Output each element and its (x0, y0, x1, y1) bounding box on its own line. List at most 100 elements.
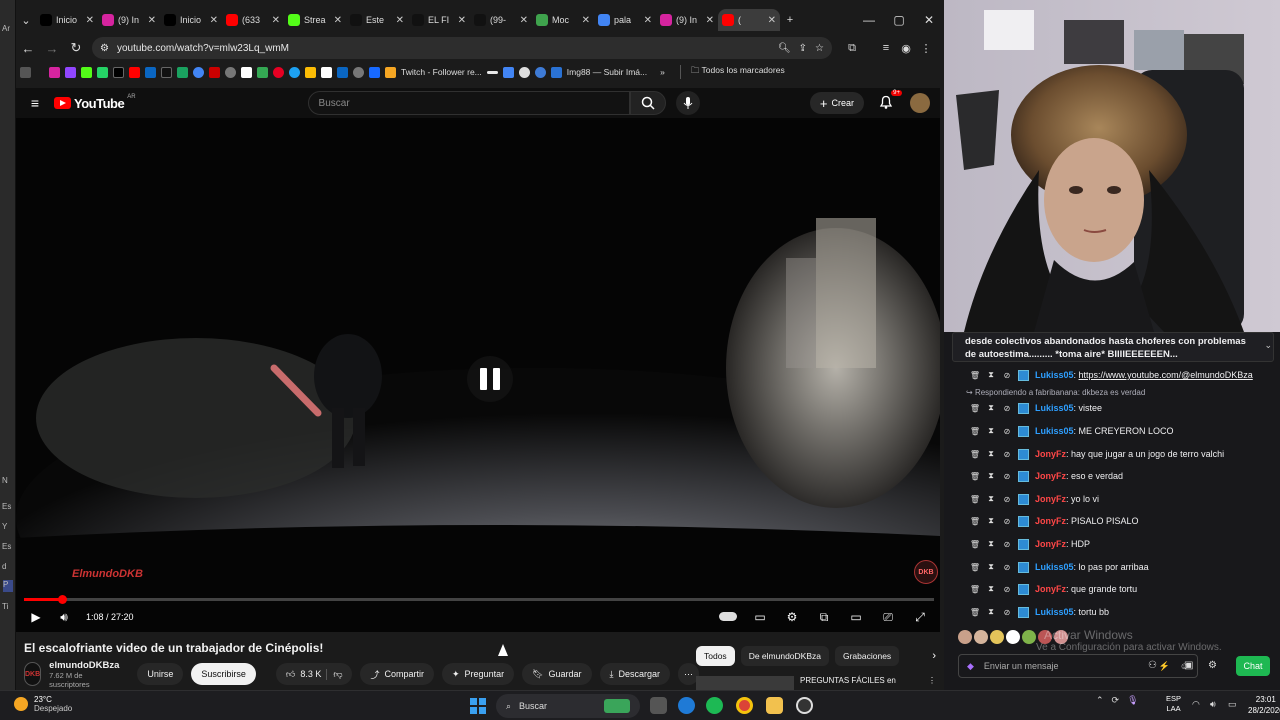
delete-icon[interactable]: 🗑 (970, 516, 980, 526)
emote-icon[interactable] (1006, 630, 1020, 644)
obs-icon[interactable] (796, 697, 813, 714)
chat-username[interactable]: JonyFz (1035, 539, 1066, 549)
bookmark-icon[interactable] (305, 66, 316, 78)
task-view-icon[interactable] (650, 697, 667, 714)
browser-tab[interactable]: pala ✕ (594, 9, 656, 31)
kick-bookmark-icon[interactable] (81, 66, 92, 78)
chat-username[interactable]: Lukiss05 (1035, 607, 1074, 617)
browser-tab[interactable]: (9) In ✕ (98, 9, 160, 31)
bits-icon[interactable]: ◆ (967, 661, 974, 672)
bookmark-star-icon[interactable]: ☆ (815, 43, 824, 54)
theater-mode-icon[interactable]: ▭ (842, 610, 870, 624)
bookmark-icon[interactable] (225, 66, 236, 78)
chat-message[interactable]: 🗑 ⧗ ⊘ Lukiss05: ME CREYERON LOCO (970, 422, 1174, 440)
chat-message[interactable]: 🗑 ⧗ ⊘ Lukiss05: lo pas por arribaa (970, 558, 1149, 576)
ask-button[interactable]: ✦ Preguntar (442, 663, 515, 685)
chat-username[interactable]: JonyFz (1035, 471, 1066, 481)
emote-icon[interactable] (990, 630, 1004, 644)
bookmark-icon[interactable] (486, 70, 498, 74)
timeout-icon[interactable]: ⧗ (986, 449, 996, 459)
play-icon[interactable]: ▶ (22, 610, 50, 624)
address-bar[interactable]: ⚙ youtube.com/watch?v=mlw23Lq_wmM 🔍︎ ⇪ ☆ (92, 37, 832, 59)
timeout-icon[interactable]: ⧗ (986, 584, 996, 594)
browser-tab[interactable]: (633 ✕ (222, 9, 284, 31)
recommended-video[interactable]: PREGUNTAS FÁCILES en ⋮ (696, 676, 936, 690)
browser-tab[interactable]: Moc ✕ (532, 9, 594, 31)
browser-tab[interactable]: (✕ (718, 9, 780, 31)
timeout-icon[interactable]: ⧗ (986, 471, 996, 481)
ban-icon[interactable]: ⊘ (1002, 494, 1012, 504)
site-info-icon[interactable]: ⚙ (100, 43, 109, 54)
miniplayer-icon[interactable]: ⧉ (810, 610, 838, 625)
bookmark-icon[interactable] (241, 66, 252, 78)
browser-tab[interactable]: Inicio ✕ (160, 9, 222, 31)
create-button[interactable]: + Crear (809, 92, 864, 114)
timeout-icon[interactable]: ⧗ (986, 370, 996, 380)
chip-all[interactable]: Todos (696, 646, 735, 666)
close-tab-icon[interactable]: ✕ (520, 15, 528, 26)
subtitles-icon[interactable]: ▭ (746, 610, 774, 624)
pinned-message[interactable]: desde colectivos abandonados hasta chofe… (952, 332, 1274, 362)
timeout-icon[interactable]: ⧗ (986, 562, 996, 572)
cast-icon[interactable]: ⎚ (874, 610, 902, 625)
chat-message[interactable]: 🗑 ⧗ ⊘ JonyFz: eso e verdad (970, 467, 1123, 485)
extensions-icon[interactable]: ⧉ (842, 42, 862, 55)
ban-icon[interactable]: ⊘ (1002, 516, 1012, 526)
voice-search-button[interactable] (675, 91, 700, 115)
tiktok-bookmark-icon[interactable] (161, 66, 172, 78)
gift-icon[interactable]: ▣ (1184, 660, 1193, 671)
ban-icon[interactable]: ⊘ (1002, 562, 1012, 572)
close-tab-icon[interactable]: ✕ (272, 15, 280, 26)
recommended-video-title[interactable]: PREGUNTAS FÁCILES en (800, 676, 896, 690)
install-icon[interactable]: ⇪ (799, 43, 807, 54)
notifications-button[interactable]: 9+ (878, 90, 902, 112)
share-button[interactable]: ⤴ Compartir (360, 663, 434, 685)
mic-icon[interactable]: 🎙︎ (1127, 695, 1138, 706)
close-tab-icon[interactable]: ✕ (334, 15, 342, 26)
bookmark-icon[interactable] (534, 66, 546, 78)
tab-search-icon[interactable]: ⌄ (16, 14, 36, 27)
sync-icon[interactable]: ⟳ (1112, 695, 1120, 706)
progress-bar[interactable] (24, 598, 934, 601)
channel-name[interactable]: elmundoDKBza (49, 660, 119, 671)
maximize-icon[interactable]: ▢ (884, 13, 914, 27)
volume-icon[interactable]: 🔊︎ (50, 610, 78, 625)
apps-icon[interactable] (20, 66, 31, 78)
emote-icon[interactable] (1022, 630, 1036, 644)
pause-button[interactable] (467, 356, 513, 402)
minimize-icon[interactable]: — (854, 13, 884, 27)
bookmark-icon[interactable] (289, 66, 300, 78)
close-tab-icon[interactable]: ✕ (396, 15, 404, 26)
timeout-icon[interactable]: ⧗ (986, 607, 996, 617)
ban-icon[interactable]: ⊘ (1002, 471, 1012, 481)
chat-text[interactable]: https://www.youtube.com/@elmundoDKBza (1079, 370, 1253, 380)
x-bookmark-icon[interactable] (113, 66, 124, 78)
save-button[interactable]: 🔖︎ Guardar (522, 663, 592, 685)
instagram-bookmark-icon[interactable] (49, 66, 60, 78)
edge-icon[interactable] (678, 697, 695, 714)
windows-start-icon[interactable] (470, 698, 486, 714)
delete-icon[interactable]: 🗑 (970, 539, 980, 549)
close-tab-icon[interactable]: ✕ (86, 15, 94, 26)
bookmark-icon[interactable] (177, 66, 188, 78)
twitch-bookmark-icon[interactable] (65, 66, 76, 78)
linkedin-bookmark-icon[interactable] (337, 66, 348, 78)
bookmark-icon[interactable] (353, 66, 364, 78)
zoom-icon[interactable]: 🔍︎ (778, 43, 791, 54)
chat-username[interactable]: JonyFz (1035, 516, 1066, 526)
browser-tab[interactable]: EL FI ✕ (408, 9, 470, 31)
chat-message[interactable]: 🗑 ⧗ ⊘ JonyFz: que grande tortu (970, 580, 1137, 598)
tray-overflow-icon[interactable]: ⌃ (1096, 695, 1104, 706)
delete-icon[interactable]: 🗑 (970, 607, 980, 617)
delete-icon[interactable]: 🗑 (970, 562, 980, 572)
profile-icon[interactable]: ◉ (896, 42, 916, 55)
spotify-icon[interactable] (706, 697, 723, 714)
taskbar-search[interactable]: ⌕ Buscar (496, 694, 640, 718)
ban-icon[interactable]: ⊘ (1002, 607, 1012, 617)
video-options-icon[interactable]: ⋮ (928, 676, 936, 690)
weather-widget[interactable]: 23°C Despejado (14, 695, 72, 713)
chevron-down-icon[interactable]: ⌄ (1264, 340, 1272, 351)
close-tab-icon[interactable]: ✕ (768, 15, 776, 26)
timeout-icon[interactable]: ⧗ (986, 403, 996, 413)
video-thumbnail[interactable] (696, 676, 794, 690)
